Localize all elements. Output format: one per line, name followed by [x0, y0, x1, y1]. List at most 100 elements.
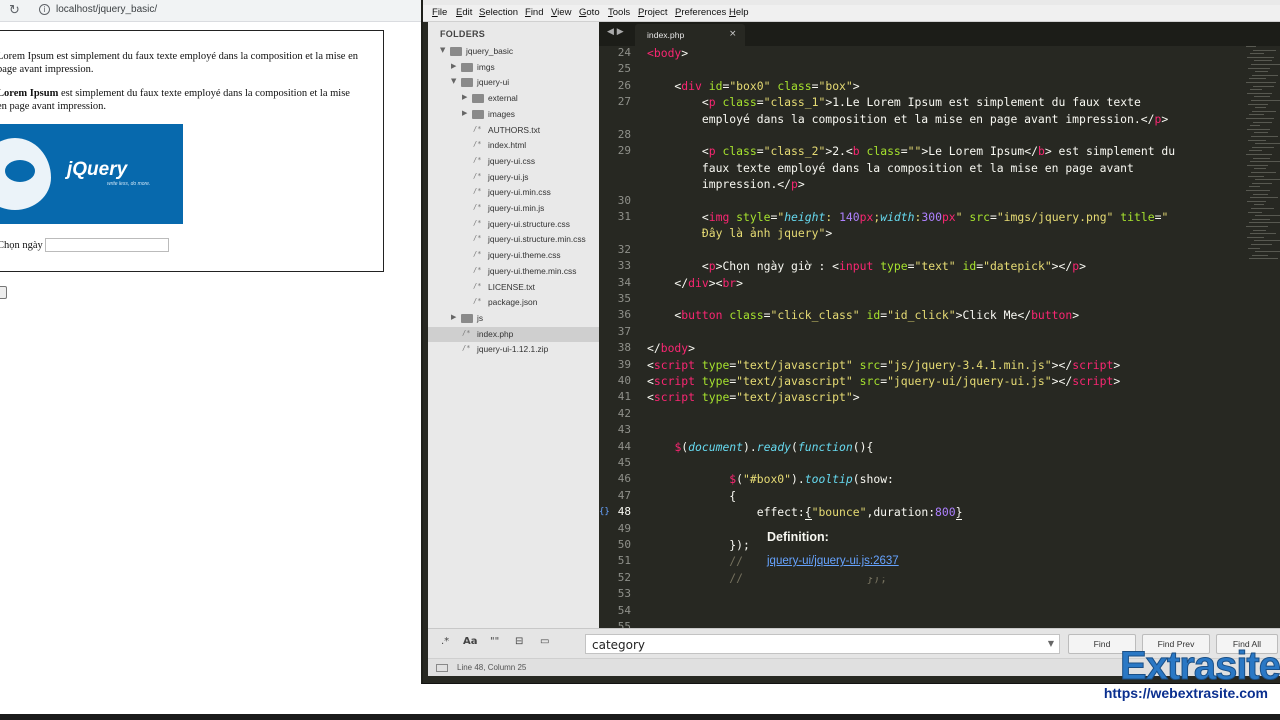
sidebar-item-jquery-ui-theme-css[interactable]: /* jquery-ui.theme.css — [428, 248, 599, 263]
browser-window: ↻ i localhost/jquery_basic/ Lorem Ipsum … — [0, 0, 421, 720]
minimap-line — [1251, 100, 1280, 101]
sidebar-item-jquery-ui-theme-min-css[interactable]: /* jquery-ui.theme.min.css — [428, 264, 599, 279]
chevron-right-icon[interactable]: ▶ — [451, 313, 456, 321]
minimap-line — [1246, 226, 1268, 227]
line-number: 37 — [617, 324, 631, 338]
file-icon: /* — [473, 140, 482, 149]
chevron-right-icon[interactable]: ▶ — [451, 62, 456, 70]
sidebar-item-jquery-ui-structure-css[interactable]: /* jquery-ui.structure.css — [428, 217, 599, 232]
close-icon[interactable]: × — [729, 29, 737, 39]
tab-index-php[interactable]: index.php × — [635, 24, 745, 46]
minimap-line — [1254, 60, 1272, 62]
tab-nav-arrows-icon[interactable]: ◀ ▶ — [607, 27, 624, 37]
file-icon: /* — [462, 344, 471, 353]
menu-preferences[interactable]: Preferences — [675, 7, 726, 18]
line-number: 53 — [617, 587, 631, 601]
minimap[interactable] — [1242, 46, 1280, 276]
folder-icon — [461, 313, 473, 323]
sidebar-item-index-php[interactable]: /* index.php — [428, 326, 599, 342]
file-icon: /* — [473, 171, 482, 180]
line-number: 51 — [617, 554, 631, 568]
find-input[interactable]: category ▼ — [585, 634, 1060, 654]
sidebar-item-jquery-ui-structure-min-css[interactable]: /* jquery-ui.structure.min.css — [428, 232, 599, 247]
sidebar-item-jquery-ui-css[interactable]: /* jquery-ui.css — [428, 154, 599, 169]
sidebar-item-images[interactable]: ▶ images — [428, 107, 599, 122]
sidebar-item-jquery-ui-min-css[interactable]: /* jquery-ui.min.css — [428, 185, 599, 200]
in-selection-toggle-icon[interactable]: ⊟ — [515, 636, 523, 647]
code-line: }); — [647, 538, 750, 552]
jquery-image: jQuery write less, do more. — [0, 124, 183, 224]
sidebar-item-jquery-ui-min-js[interactable]: /* jquery-ui.min.js — [428, 201, 599, 216]
menu-project[interactable]: Project — [638, 7, 668, 18]
sidebar-item-authors-txt[interactable]: /* AUTHORS.txt — [428, 123, 599, 138]
minimap-line — [1250, 125, 1260, 127]
chevron-down-icon[interactable]: ▼ — [440, 46, 445, 54]
minimap-line — [1248, 211, 1262, 213]
click-me-button[interactable] — [0, 286, 7, 299]
definition-popup: Definition: jquery-ui/jquery-ui.js:2637 — [759, 525, 969, 577]
minimap-line — [1252, 218, 1270, 220]
minimap-line — [1253, 157, 1270, 159]
line-number: 31 — [617, 210, 631, 223]
chevron-down-icon[interactable]: ▼ — [1048, 639, 1054, 648]
sidebar-item-label: jquery-ui.structure.min.css — [488, 234, 586, 245]
menu-find[interactable]: Find — [525, 7, 544, 18]
case-toggle-icon[interactable]: Aa — [463, 636, 478, 647]
sidebar-item-imgs[interactable]: ▶ imgs — [428, 60, 599, 75]
menu-selection[interactable]: Selection — [479, 7, 518, 18]
menu-edit[interactable]: Edit — [456, 7, 472, 18]
minimap-line — [1249, 222, 1280, 224]
code-line: impression.</p> — [647, 177, 805, 192]
line-number: 24 — [617, 46, 631, 59]
line-number: 50 — [617, 538, 631, 551]
sidebar-item-external[interactable]: ▶ external — [428, 91, 599, 106]
sidebar-item-jquery-ui[interactable]: ▼ jquery-ui — [428, 75, 599, 90]
definition-title: Definition: — [767, 530, 829, 544]
whole-word-toggle-icon[interactable]: "" — [490, 636, 499, 647]
minimap-line — [1251, 136, 1278, 137]
code-line: <img style="height: 140px;width:300px" s… — [647, 210, 1169, 224]
menu-file[interactable]: File — [432, 7, 447, 18]
sidebar-item-js[interactable]: ▶ js — [428, 311, 599, 326]
sidebar-item-jquery-ui-1-12-1-zip[interactable]: /* jquery-ui-1.12.1.zip — [428, 342, 599, 357]
code-line: </body> — [647, 341, 696, 356]
console-icon[interactable] — [436, 664, 448, 672]
reload-icon[interactable]: ↻ — [9, 3, 20, 18]
regex-toggle-icon[interactable]: .* — [441, 636, 449, 647]
definition-link[interactable]: jquery-ui/jquery-ui.js:2637 — [767, 555, 899, 567]
minimap-line — [1249, 186, 1260, 188]
minimap-line — [1247, 56, 1274, 58]
file-icon: /* — [473, 218, 482, 227]
minimap-line — [1252, 182, 1272, 184]
menu-tools[interactable]: Tools — [608, 7, 630, 18]
menu-goto[interactable]: Goto — [579, 7, 600, 18]
line-number: 33 — [617, 259, 631, 273]
sidebar-item-package-json[interactable]: /* package.json — [428, 295, 599, 310]
sidebar-item-jquery-basic[interactable]: ▼ jquery_basic — [428, 44, 599, 59]
chevron-down-icon[interactable]: ▼ — [451, 77, 456, 85]
wrap-toggle-icon[interactable]: ▭ — [540, 636, 549, 647]
minimap-line — [1247, 92, 1272, 94]
code-line: <script type="text/javascript" src="jque… — [647, 374, 1121, 388]
jquery-tagline: write less, do more. — [107, 181, 151, 187]
chevron-right-icon[interactable]: ▶ — [462, 109, 467, 117]
line-number: 49 — [617, 521, 631, 535]
menu-help[interactable]: Help — [729, 7, 749, 18]
chevron-right-icon[interactable]: ▶ — [462, 93, 467, 101]
sidebar-item-label: jquery-ui.css — [488, 155, 536, 166]
code-editor[interactable]: 24 25 26 27 28 29 30 31 32 33 34 35 36 37 38 39 40 41 42 43… — [599, 46, 1280, 628]
paragraph-bold-text: Lorem Ipsum — [0, 88, 59, 99]
line-number: 55 — [617, 620, 631, 628]
menu-view[interactable]: View — [551, 7, 571, 18]
line-number: 35 — [617, 292, 631, 305]
info-icon[interactable]: i — [39, 4, 50, 15]
sidebar-item-jquery-ui-js[interactable]: /* jquery-ui.js — [428, 170, 599, 185]
address-bar[interactable]: localhost/jquery_basic/ — [56, 4, 157, 15]
code-line: { — [647, 488, 737, 503]
folder-icon — [461, 78, 473, 88]
sidebar-item-license-txt[interactable]: /* LICENSE.txt — [428, 280, 599, 295]
file-icon: /* — [462, 328, 471, 337]
datepick-input[interactable] — [45, 238, 169, 252]
sidebar-item-index-html[interactable]: /* index.html — [428, 138, 599, 153]
file-icon: /* — [473, 155, 482, 164]
